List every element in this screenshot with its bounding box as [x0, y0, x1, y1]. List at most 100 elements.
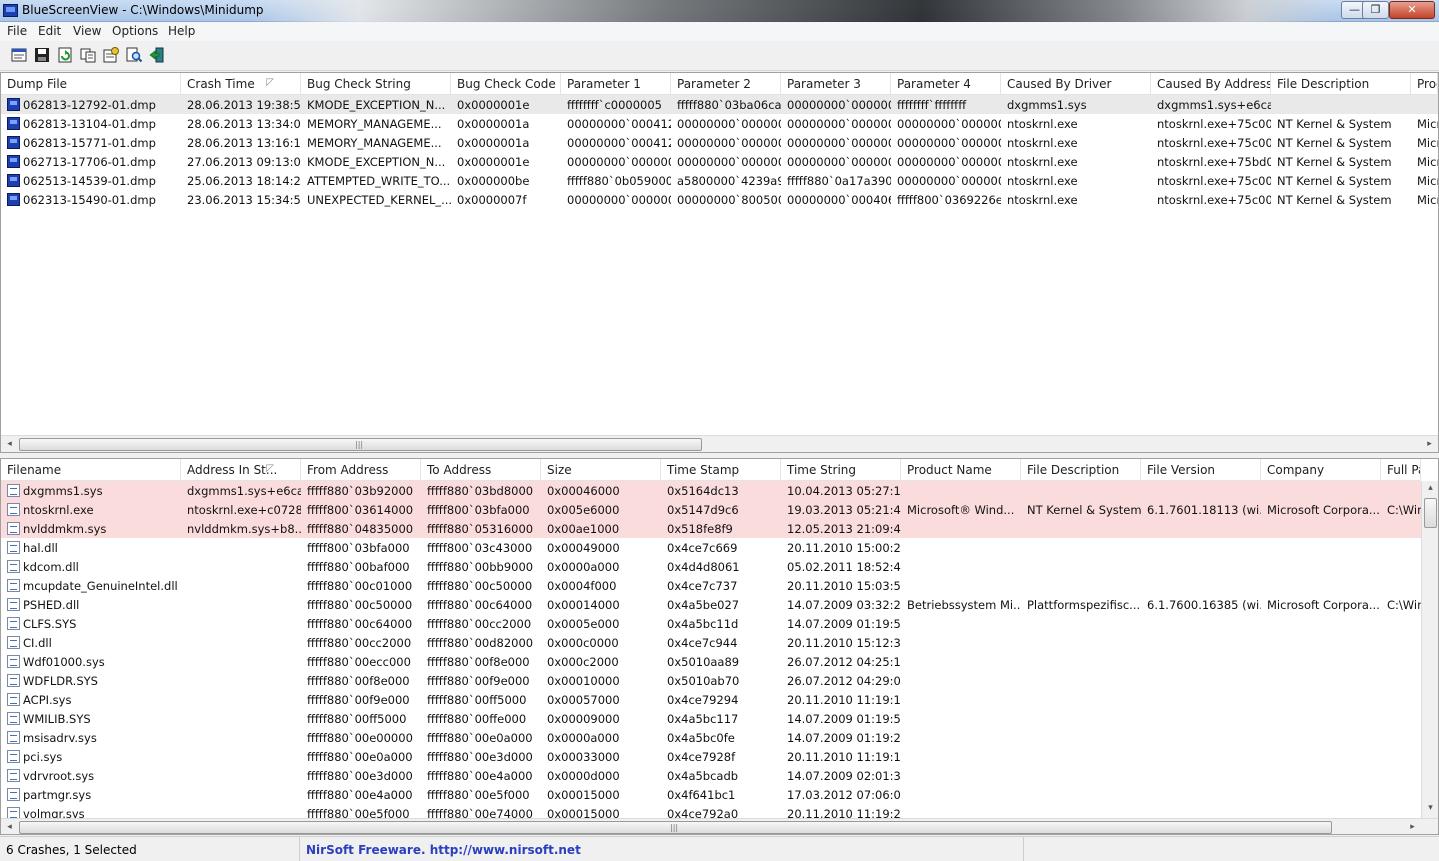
cell-file-description: [1021, 785, 1141, 804]
maximize-button[interactable]: ❐: [1362, 1, 1389, 19]
scroll-left-arrow[interactable]: ◂: [1, 820, 18, 834]
crash-list[interactable]: Dump File Crash Time ◸ Bug Check String Bug …: [1, 73, 1438, 209]
column-header-parameter-2[interactable]: Parameter 2: [671, 73, 781, 95]
cell-address-in-st: [181, 785, 301, 804]
crash-row[interactable]: 062313-15490-01.dmp 23.06.2013 15:34:53 UN…: [1, 190, 1438, 209]
scroll-up-arrow[interactable]: ▴: [1422, 481, 1438, 496]
column-header-file-version[interactable]: File Version: [1141, 459, 1261, 481]
cell-company: [1261, 652, 1381, 671]
module-row[interactable]: PSHED.dll fffff880`00c50000 fffff880`00c64…: [1, 595, 1421, 614]
module-row[interactable]: kdcom.dll fffff880`00baf000 fffff880`00bb9…: [1, 557, 1421, 576]
column-header-bug-check-code[interactable]: Bug Check Code: [451, 73, 561, 95]
column-header-parameter-1[interactable]: Parameter 1: [561, 73, 671, 95]
cell-parameter-2: 00000000`000000...: [677, 117, 781, 131]
module-list-horizontal-scrollbar[interactable]: ◂ ||| ▸: [1, 818, 1438, 834]
copy-icon[interactable]: [79, 46, 97, 64]
scroll-right-arrow[interactable]: ▸: [1404, 820, 1421, 834]
column-header-file-description[interactable]: File Description: [1021, 459, 1141, 481]
cell-file-version: [1141, 481, 1261, 500]
column-header-file-description[interactable]: File Description: [1271, 73, 1411, 95]
column-header-product-name[interactable]: Product Name: [901, 459, 1021, 481]
cell-file-version: [1141, 785, 1261, 804]
module-list[interactable]: Filename Address In St... ◸ From Address To …: [1, 459, 1421, 823]
column-header-address-in-st[interactable]: Address In St... ◸: [181, 459, 301, 481]
module-row[interactable]: ntoskrnl.exe ntoskrnl.exe+c0728 fffff800`0…: [1, 500, 1421, 519]
module-row[interactable]: nvlddmkm.sys nvlddmkm.sys+b8... fffff880`0…: [1, 519, 1421, 538]
module-row[interactable]: WDFLDR.SYS fffff880`00f8e000 fffff880`00f9…: [1, 671, 1421, 690]
module-row[interactable]: WMILIB.SYS fffff880`00ff5000 fffff880`00ff…: [1, 709, 1421, 728]
save-icon[interactable]: [33, 46, 51, 64]
toolbar: [0, 41, 1439, 71]
cell-time-string: 26.07.2012 04:25:13: [787, 655, 901, 669]
menu-bar: File Edit View Options Help: [0, 22, 1439, 41]
column-header-dump-file[interactable]: Dump File: [1, 73, 181, 95]
cell-time-string: 20.11.2010 15:12:36: [787, 636, 901, 650]
cell-full-pa: C:\Wir: [1387, 598, 1421, 612]
module-row[interactable]: vdrvroot.sys fffff880`00e3d000 fffff880`00…: [1, 766, 1421, 785]
module-row[interactable]: msisadrv.sys fffff880`00e00000 fffff880`00…: [1, 728, 1421, 747]
open-icon[interactable]: [10, 46, 28, 64]
cell-size: 0x00033000: [547, 750, 620, 764]
column-header-size[interactable]: Size: [541, 459, 661, 481]
crash-row[interactable]: 062813-12792-01.dmp 28.06.2013 19:38:51 KM…: [1, 95, 1438, 114]
module-row[interactable]: mcupdate_GenuineIntel.dll fffff880`00c010…: [1, 576, 1421, 595]
cell-bug-check-code: 0x000000be: [457, 174, 530, 188]
crash-row[interactable]: 062513-14539-01.dmp 25.06.2013 18:14:22 AT…: [1, 171, 1438, 190]
column-header-parameter-4[interactable]: Parameter 4: [891, 73, 1001, 95]
module-row[interactable]: ACPI.sys fffff880`00f9e000 fffff880`00ff50…: [1, 690, 1421, 709]
crash-list-horizontal-scrollbar[interactable]: ◂ ||| ▸: [1, 435, 1438, 452]
column-header-parameter-3[interactable]: Parameter 3: [781, 73, 891, 95]
refresh-icon[interactable]: [56, 46, 74, 64]
exit-icon[interactable]: [148, 46, 166, 64]
module-row[interactable]: partmgr.sys fffff880`00e4a000 fffff880`00e…: [1, 785, 1421, 804]
vertical-scrollbar-thumb[interactable]: [1424, 498, 1437, 528]
properties-icon[interactable]: [102, 46, 120, 64]
cell-parameter-1: fffff880`0b059000: [567, 174, 671, 188]
cell-parameter-1: 00000000`000000...: [567, 155, 671, 169]
menu-view[interactable]: View: [73, 24, 101, 38]
module-row[interactable]: CLFS.SYS fffff880`00c64000 fffff880`00cc20…: [1, 614, 1421, 633]
column-header-caused-by-driver[interactable]: Caused By Driver: [1001, 73, 1151, 95]
crash-row[interactable]: 062813-13104-01.dmp 28.06.2013 13:34:02 ME…: [1, 114, 1438, 133]
cell-time-string: 14.07.2009 01:19:51: [787, 712, 901, 726]
menu-file[interactable]: File: [7, 24, 27, 38]
column-header-caused-by-address[interactable]: Caused By Address: [1151, 73, 1271, 95]
menu-options[interactable]: Options: [112, 24, 158, 38]
column-header-company[interactable]: Company: [1261, 459, 1381, 481]
find-icon[interactable]: [125, 46, 143, 64]
module-row[interactable]: CI.dll fffff880`00cc2000 fffff880`00d82000…: [1, 633, 1421, 652]
cell-size: 0x0000d000: [547, 769, 620, 783]
module-row[interactable]: Wdf01000.sys fffff880`00ecc000 fffff880`00…: [1, 652, 1421, 671]
nirsoft-link[interactable]: NirSoft Freeware. http://www.nirsoft.net: [306, 843, 581, 857]
cell-size: 0x00049000: [547, 541, 620, 555]
column-header-to-address[interactable]: To Address: [421, 459, 541, 481]
module-list-vertical-scrollbar[interactable]: ▴ ▾: [1421, 481, 1438, 818]
scroll-down-arrow[interactable]: ▾: [1422, 801, 1438, 816]
column-header-time-stamp[interactable]: Time Stamp: [661, 459, 781, 481]
cell-product-name: [901, 709, 1021, 728]
module-row[interactable]: dxgmms1.sys dxgmms1.sys+e6ca fffff880`03b9…: [1, 481, 1421, 500]
menu-edit[interactable]: Edit: [38, 24, 61, 38]
menu-help[interactable]: Help: [168, 24, 195, 38]
cell-product-name: [901, 785, 1021, 804]
cell-filename: dxgmms1.sys: [23, 484, 103, 498]
scroll-right-arrow[interactable]: ▸: [1421, 437, 1438, 452]
scrollbar-thumb[interactable]: |||: [19, 821, 1332, 834]
column-header-full-pa[interactable]: Full Pa: [1381, 459, 1421, 481]
cell-company: [1261, 481, 1381, 500]
crash-row[interactable]: 062713-17706-01.dmp 27.06.2013 09:13:02 KM…: [1, 152, 1438, 171]
cell-from-address: fffff800`03614000: [307, 503, 414, 517]
column-header-from-address[interactable]: From Address: [301, 459, 421, 481]
scroll-left-arrow[interactable]: ◂: [1, 437, 18, 452]
module-row[interactable]: hal.dll fffff800`03bfa000 fffff800`03c4300…: [1, 538, 1421, 557]
module-row[interactable]: pci.sys fffff880`00e0a000 fffff880`00e3d00…: [1, 747, 1421, 766]
close-button[interactable]: ✕: [1389, 1, 1435, 19]
column-header-prod[interactable]: Prod: [1411, 73, 1438, 95]
column-header-filename[interactable]: Filename: [1, 459, 181, 481]
column-header-time-string[interactable]: Time String: [781, 459, 901, 481]
column-header-crash-time[interactable]: Crash Time ◸: [181, 73, 301, 95]
crash-row[interactable]: 062813-15771-01.dmp 28.06.2013 13:16:17 ME…: [1, 133, 1438, 152]
scrollbar-thumb[interactable]: |||: [19, 438, 702, 451]
column-header-bug-check-string[interactable]: Bug Check String: [301, 73, 451, 95]
cell-prod: Micr: [1417, 193, 1438, 207]
